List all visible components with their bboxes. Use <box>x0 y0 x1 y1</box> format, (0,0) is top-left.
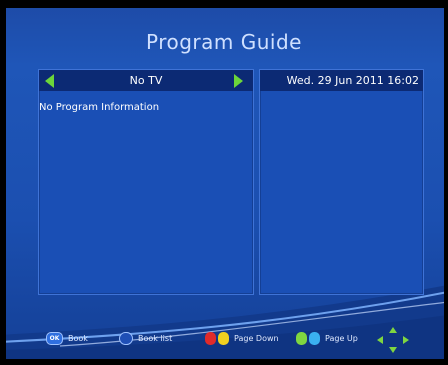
book-list-button[interactable]: Book list <box>119 331 172 345</box>
channel-header: No TV <box>39 70 253 91</box>
page-down-label: Page Down <box>234 333 279 343</box>
book-list-key-icon <box>119 331 133 345</box>
screen-bezel-left <box>0 0 6 365</box>
date-header: Wed. 29 Jun 2011 16:02 <box>260 70 423 91</box>
page-up-button[interactable]: Page Up <box>296 331 358 345</box>
screen-bezel-top <box>0 0 448 8</box>
red-key-icon <box>205 331 216 345</box>
green-key-icon <box>296 331 307 345</box>
page-down-button[interactable]: Page Down <box>205 331 279 345</box>
blue-key-icon <box>309 331 320 345</box>
no-program-info-text: No Program Information <box>39 102 160 113</box>
screen-bezel-bottom <box>0 359 448 365</box>
ok-key-icon: OK <box>46 331 63 345</box>
screen-bezel-right <box>444 0 448 365</box>
program-list-panel[interactable]: No TV No Program Information <box>38 69 254 295</box>
arrow-left-icon[interactable] <box>45 74 54 88</box>
book-label: Book <box>68 333 88 343</box>
book-button[interactable]: OK Book <box>46 331 88 345</box>
arrow-right-icon[interactable] <box>234 74 243 88</box>
program-detail-panel: Wed. 29 Jun 2011 16:02 <box>259 69 424 295</box>
yellow-key-icon <box>218 331 229 345</box>
page-title: Program Guide <box>146 30 302 54</box>
date-time: Wed. 29 Jun 2011 16:02 <box>286 74 419 87</box>
page-up-label: Page Up <box>325 333 358 343</box>
dpad-icon <box>377 327 409 353</box>
book-list-label: Book list <box>138 333 173 343</box>
channel-name: No TV <box>129 74 163 87</box>
epg-screen: Program Guide No TV No Program Informati… <box>0 0 448 365</box>
